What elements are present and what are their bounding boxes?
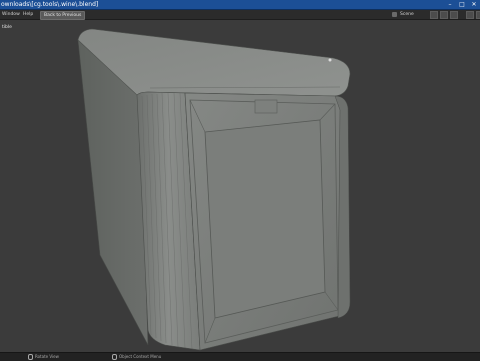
cabinet-model[interactable] (0, 0, 480, 360)
mouse-icon (28, 354, 33, 360)
mouse-icon (112, 354, 117, 360)
status-context-label: Object Context Menu (119, 354, 162, 359)
handle-plate (254, 99, 278, 114)
door-inner-panel (204, 119, 326, 319)
status-rotate-label: Rotate View (35, 354, 59, 359)
